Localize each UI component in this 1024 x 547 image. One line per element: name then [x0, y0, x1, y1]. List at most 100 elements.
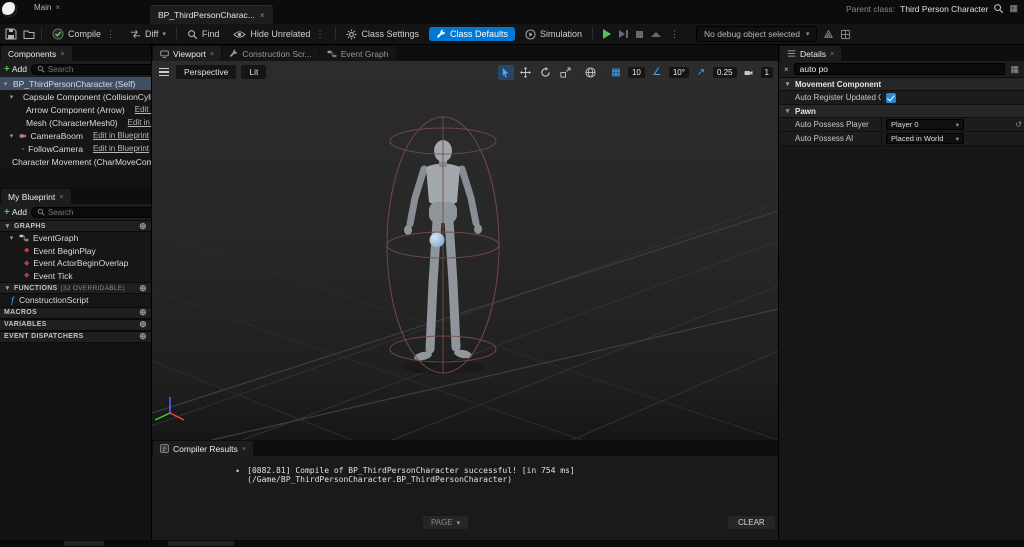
tab-construction-script[interactable]: Construction Scr... — [222, 46, 319, 61]
world-icon[interactable] — [840, 29, 851, 40]
statusbar-chip[interactable] — [168, 541, 234, 546]
grid-snap-toggle[interactable]: ▦ — [608, 65, 624, 80]
tab-main[interactable]: Main × — [28, 1, 66, 13]
graph-row-eventgraph[interactable]: ▾ EventGraph — [0, 232, 151, 245]
event-row-actorbeginoverlap[interactable]: ◆ Event ActorBeginOverlap — [0, 257, 151, 270]
statusbar-chip[interactable] — [64, 541, 104, 546]
clear-search-icon[interactable]: × — [784, 65, 789, 74]
diff-button[interactable]: Diff ▾ — [126, 27, 170, 41]
category-movement-component[interactable]: ▾ Movement Component — [779, 78, 1024, 91]
auto-register-checkbox[interactable] — [886, 92, 896, 103]
add-blueprint-item-button[interactable]: + Add — [4, 207, 27, 218]
reset-to-default-icon[interactable]: ↺ — [1015, 120, 1022, 129]
expand-caret-icon[interactable]: ▾ — [2, 80, 9, 88]
tab-my-blueprint[interactable]: My Blueprint × — [1, 189, 71, 204]
hide-unrelated-button[interactable]: Hide Unrelated ⋮ — [229, 27, 329, 42]
viewport-3d-scene[interactable]: Perspective Lit ▦ 10 ∠ 10° ↗ 0.25 1 — [152, 61, 778, 440]
play-button[interactable] — [603, 29, 612, 39]
eject-button[interactable] — [651, 31, 662, 37]
view-options-icon[interactable]: ▦ — [1010, 64, 1019, 74]
close-icon[interactable]: × — [830, 49, 834, 58]
viewport-menu-icon[interactable] — [157, 66, 171, 79]
scale-snap-value[interactable]: 0.25 — [712, 67, 737, 78]
details-search-input[interactable] — [793, 63, 1006, 75]
close-icon[interactable]: × — [55, 3, 60, 12]
expand-caret-icon[interactable]: ▾ — [4, 284, 11, 292]
expand-caret-icon[interactable]: ▾ — [784, 107, 791, 115]
perspective-button[interactable]: Perspective — [176, 65, 237, 79]
class-defaults-button[interactable]: Class Defaults — [428, 27, 515, 41]
layout-grid-icon[interactable]: ▦ — [1009, 4, 1018, 13]
tree-row-charactermovement[interactable]: Character Movement (CharMoveComp) — [0, 155, 151, 168]
edit-in-blueprint-link[interactable]: Edit in Blueprint — [93, 131, 149, 140]
scale-snap-toggle[interactable]: ↗ — [693, 65, 709, 80]
tree-row-mesh[interactable]: Mesh (CharacterMesh0) Edit in C++ — [0, 116, 151, 129]
close-icon[interactable]: × — [242, 444, 246, 453]
components-search-input[interactable] — [47, 64, 158, 74]
expand-caret-icon[interactable]: ▾ — [8, 234, 15, 242]
close-icon[interactable]: × — [260, 11, 265, 20]
section-functions[interactable]: ▾ FUNCTIONS (32 OVERRIDABLE) ⊕ — [0, 282, 151, 294]
scale-tool-button[interactable] — [558, 65, 574, 80]
stop-button[interactable] — [636, 30, 644, 38]
content-browser-icon[interactable] — [23, 28, 35, 40]
save-icon[interactable] — [5, 28, 17, 40]
tree-row-cameraboom[interactable]: ▾ CameraBoom Edit in Blueprint — [0, 129, 151, 142]
tree-row-capsule[interactable]: ▾ Capsule Component (CollisionCylinder) — [0, 90, 151, 103]
page-button[interactable]: PAGE ▾ — [423, 516, 469, 529]
components-searchbox[interactable] — [30, 63, 164, 75]
find-button[interactable]: Find — [183, 27, 224, 42]
my-blueprint-searchbox[interactable] — [30, 206, 164, 218]
edit-in-cpp-link[interactable]: Edit in C++ — [128, 118, 151, 127]
close-icon[interactable]: × — [210, 49, 214, 58]
section-macros[interactable]: MACROS ⊕ — [0, 306, 151, 319]
close-icon[interactable]: × — [59, 192, 63, 201]
category-pawn[interactable]: ▾ Pawn — [779, 105, 1024, 118]
world-coordinate-button[interactable] — [583, 65, 599, 80]
event-row-tick[interactable]: ◆ Event Tick — [0, 269, 151, 282]
simulation-button[interactable]: Simulation — [521, 27, 586, 42]
expand-caret-icon[interactable]: ▾ — [784, 80, 791, 88]
compile-button[interactable]: Compile ⋮ — [48, 26, 120, 42]
clear-button[interactable]: CLEAR — [728, 516, 775, 529]
section-variables[interactable]: VARIABLES ⊕ — [0, 318, 151, 331]
add-graph-icon[interactable]: ⊕ — [139, 221, 147, 231]
frame-skip-button[interactable] — [619, 30, 629, 38]
tab-event-graph[interactable]: Event Graph — [319, 46, 396, 61]
tab-viewport[interactable]: Viewport × — [153, 46, 222, 61]
close-icon[interactable]: × — [60, 49, 64, 58]
auto-possess-player-dropdown[interactable]: Player 0 ▾ — [886, 119, 964, 130]
camera-speed-button[interactable] — [741, 65, 757, 80]
debug-object-dropdown[interactable]: No debug object selected ▾ — [696, 26, 818, 42]
expand-caret-icon[interactable]: ▾ — [8, 132, 15, 140]
add-macro-icon[interactable]: ⊕ — [139, 308, 147, 317]
expand-caret-icon[interactable]: ▾ — [8, 93, 15, 101]
rotation-snap-toggle[interactable]: ∠ — [649, 65, 665, 80]
my-blueprint-search-input[interactable] — [47, 207, 158, 217]
rotate-tool-button[interactable] — [538, 65, 554, 80]
add-dispatcher-icon[interactable]: ⊕ — [139, 332, 147, 341]
add-variable-icon[interactable]: ⊕ — [139, 320, 147, 329]
section-graphs[interactable]: ▾ GRAPHS ⊕ — [0, 220, 151, 232]
expand-caret-icon[interactable]: ▾ — [4, 222, 11, 230]
tree-row-arrow[interactable]: Arrow Component (Arrow) Edit in C++ — [0, 103, 151, 116]
search-icon[interactable] — [993, 3, 1004, 14]
move-tool-button[interactable] — [518, 65, 534, 80]
grid-snap-value[interactable]: 10 — [627, 67, 645, 78]
function-row-constructionscript[interactable]: ƒ ConstructionScript — [0, 294, 151, 307]
unreal-logo-icon[interactable] — [2, 2, 17, 17]
tree-row-followcamera[interactable]: FollowCamera Edit in Blueprint — [0, 142, 151, 155]
section-event-dispatchers[interactable]: EVENT DISPATCHERS ⊕ — [0, 330, 151, 343]
add-function-icon[interactable]: ⊕ — [139, 283, 147, 293]
select-tool-button[interactable] — [497, 65, 514, 80]
compile-options-icon[interactable]: ⋮ — [105, 29, 116, 40]
auto-possess-ai-dropdown[interactable]: Placed in World ▾ — [886, 133, 964, 144]
browse-debug-icon[interactable] — [823, 29, 834, 40]
class-settings-button[interactable]: Class Settings — [342, 27, 423, 42]
tree-row-self[interactable]: ▾ BP_ThirdPersonCharacter (Self) — [0, 77, 151, 90]
add-component-button[interactable]: + Add — [4, 64, 27, 75]
camera-speed-value[interactable]: 1 — [760, 67, 773, 78]
tab-components[interactable]: Components × — [1, 46, 72, 61]
rotation-snap-value[interactable]: 10° — [668, 67, 689, 78]
edit-in-blueprint-link[interactable]: Edit in Blueprint — [93, 144, 149, 153]
